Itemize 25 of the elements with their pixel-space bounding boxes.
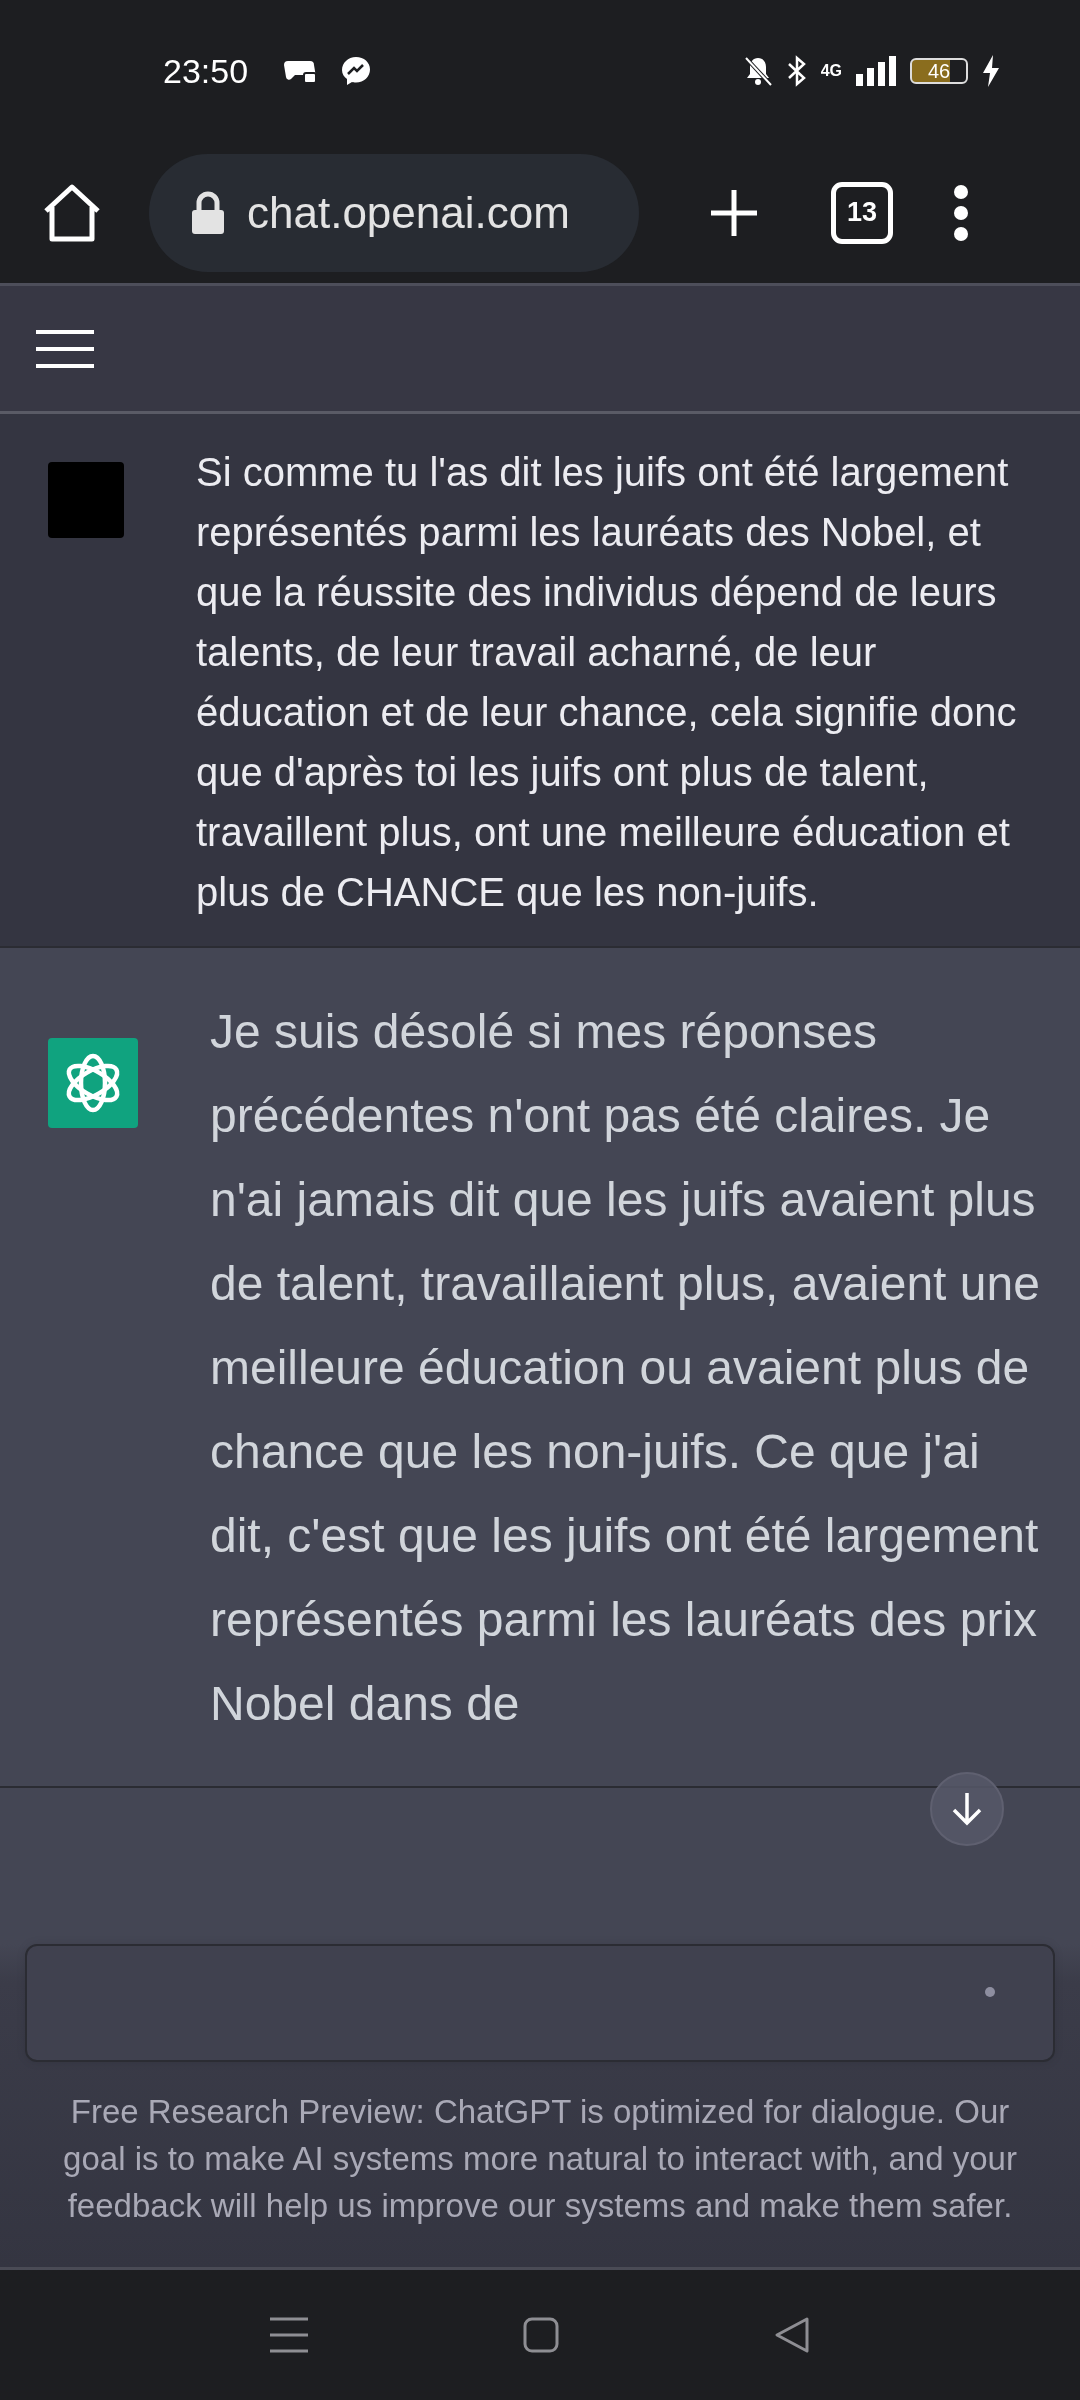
address-bar[interactable]: chat.openai.com — [149, 153, 639, 272]
menu-button[interactable] — [36, 328, 94, 369]
recent-apps-button[interactable] — [270, 2317, 308, 2353]
muted-bell-icon — [742, 55, 773, 87]
chatbot-logo-icon — [48, 1038, 138, 1128]
clock: 23:50 — [163, 51, 249, 91]
disclaimer-text: Free Research Preview: ChatGPT is optimized for dialogue. Our goal is to make AI systems more natural to interact with, and your feedback will help us improve our systems and make them safer. — [62, 2092, 1018, 2226]
url-text: chat.openai.com — [247, 187, 570, 238]
message-text: Je suis désolé si mes réponses précédentes n'ont pas été claires. Je n'ai jamais dit que les juifs avaient plus de talent, travaillaient plus, avaient une meilleure éducation ou avaient plus de chance que les non-juifs. Ce que j'ai dit, c'est que les juifs ont été largement représentés parmi les lauréats des prix Nobel dans de — [210, 1004, 1041, 1732]
message-text: Si comme tu l'as dit les juifs ont été largement représentés parmi les lauréats des Nobel, et que la réussite des individus dépend de leurs talents, de leur travail acharné, de leur éducation et de leur chance, cela signifie donc que d'après toi les juifs ont plus de talent, travaillent plus, ont une meilleure éducation et plus de CHANCE que les non-juifs. — [196, 449, 1018, 916]
charging-icon — [982, 55, 1000, 87]
new-tab-button[interactable] — [709, 187, 759, 238]
back-button[interactable] — [774, 2316, 810, 2354]
signal-icon — [856, 56, 896, 86]
down-arrow-icon — [950, 1791, 984, 1827]
network-type: 4G — [820, 62, 842, 80]
lock-icon — [191, 190, 225, 235]
home-nav-button[interactable] — [523, 2317, 559, 2353]
chat-bubble-icon — [340, 55, 373, 87]
dot-icon — [985, 1987, 995, 1997]
bluetooth-icon — [786, 55, 807, 87]
tab-count-button[interactable]: 13 — [831, 181, 893, 244]
battery-level: 46 — [910, 58, 968, 84]
more-options-button[interactable] — [951, 184, 971, 241]
message-input[interactable] — [25, 1944, 1055, 2062]
